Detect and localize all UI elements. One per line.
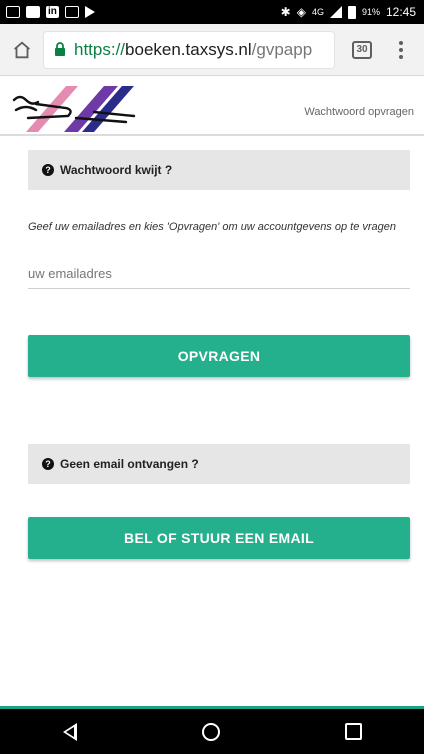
message-icon [64,6,79,18]
forgot-password-title: Wachtwoord kwijt ? [60,163,173,177]
signal-icon [329,6,342,18]
clock: 12:45 [385,5,416,19]
tab-count: 30 [352,40,372,59]
home-icon [14,40,30,58]
recent-apps-icon[interactable] [344,723,362,740]
battery-icon [347,5,356,19]
opvragen-button[interactable]: OPVRAGEN [28,335,410,377]
gallery-icon [26,6,40,18]
system-icons: ✱ ◈ 4G 91% 12:45 [281,5,424,19]
home-button[interactable] [0,24,44,76]
lock-icon [55,42,65,56]
wachtwoord-opvragen-link[interactable]: Wachtwoord opvragen [304,106,414,118]
email-input[interactable] [28,258,410,289]
url-scheme: https:// [74,39,126,59]
browser-toolbar: https://boeken.taxsys.nl/gvpapp 30 [0,24,424,76]
no-email-panel: ? Geen email ontvangen ? [28,444,410,484]
question-icon: ? [42,458,54,470]
tab-switcher-button[interactable]: 30 [340,24,384,76]
url-text: https://boeken.taxsys.nl/gvpapp [74,40,312,60]
back-icon[interactable] [62,722,77,741]
menu-dot-icon [399,47,403,52]
url-host: boeken.taxsys.nl [125,39,252,59]
site-logo[interactable] [6,82,156,132]
forgot-password-panel: ? Wachtwoord kwijt ? [28,150,410,190]
menu-dot-icon [399,40,403,45]
contact-button[interactable]: BEL OF STUUR EEN EMAIL [28,517,410,559]
no-email-title: Geen email ontvangen ? [60,457,199,471]
menu-dot-icon [399,54,403,59]
battery-level: 91% [361,7,380,17]
vibrate-icon: ◈ [296,5,306,19]
site-header: Wachtwoord opvragen [0,76,424,136]
question-icon: ? [42,164,54,176]
status-bar: in ✱ ◈ 4G 91% 12:45 [0,0,424,24]
notification-icons: in [0,6,95,18]
bluetooth-icon: ✱ [280,5,291,19]
screenshot-icon [6,6,20,18]
url-path: /gvpapp [251,39,313,59]
play-store-icon [84,6,95,18]
address-bar[interactable]: https://boeken.taxsys.nl/gvpapp [44,31,334,68]
instruction-text: Geef uw emailadres en kies 'Opvragen' om… [28,221,397,233]
android-nav-bar [0,709,424,754]
network-type: 4G [311,7,324,17]
browser-menu-button[interactable] [384,24,418,76]
home-circle-icon[interactable] [201,722,220,741]
linkedin-icon: in [46,6,59,18]
